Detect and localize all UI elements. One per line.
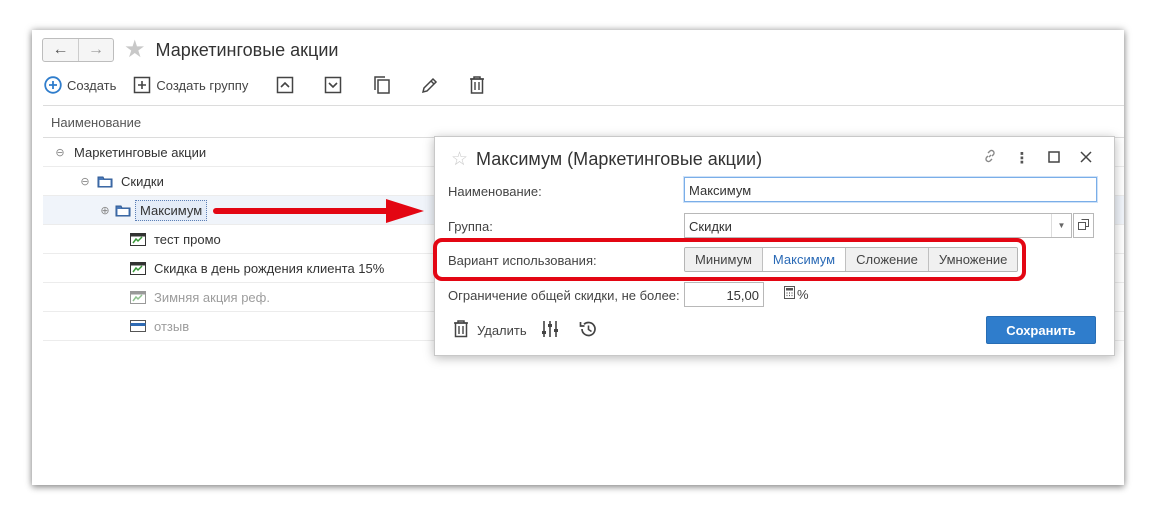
delete-button[interactable] xyxy=(468,73,486,97)
discount-doc-icon xyxy=(130,261,146,275)
forward-button[interactable]: → xyxy=(78,39,113,61)
calculator-button[interactable] xyxy=(781,284,797,304)
row-label: Скидка в день рождения клиента 15% xyxy=(154,260,385,276)
copy-button[interactable] xyxy=(372,73,392,97)
save-button[interactable]: Сохранить xyxy=(986,316,1096,344)
card-icon xyxy=(130,319,146,333)
create-button-label: Создать xyxy=(67,77,117,93)
dialog-title: Максимум (Маркетинговые акции) xyxy=(476,148,763,169)
plus-circle-icon xyxy=(44,76,62,94)
sliders-icon xyxy=(541,320,559,341)
row-label: отзыв xyxy=(154,318,190,334)
group-select[interactable]: Скидки ▼ xyxy=(684,213,1072,238)
row-label: Зимняя акция реф. xyxy=(154,289,270,305)
folder-icon xyxy=(97,174,113,188)
more-button[interactable]: ⋮ xyxy=(1006,147,1038,169)
group-label: Группа: xyxy=(448,219,493,234)
chevron-down-square-icon xyxy=(324,76,342,94)
collapse-icon[interactable]: ⊖ xyxy=(80,175,90,188)
move-down-button[interactable] xyxy=(324,73,342,97)
collapse-icon[interactable]: ⊖ xyxy=(55,146,65,159)
discount-doc-icon xyxy=(130,290,146,304)
favorite-star-icon[interactable]: ★ xyxy=(124,38,146,62)
discount-doc-icon xyxy=(130,232,146,246)
edit-button[interactable] xyxy=(420,73,440,97)
dialog-delete-label: Удалить xyxy=(477,322,527,338)
open-group-button[interactable] xyxy=(1073,213,1094,238)
name-input[interactable]: Максимум xyxy=(684,177,1097,202)
limit-input-value: 15,00 xyxy=(726,288,759,303)
back-button[interactable]: ← xyxy=(43,39,78,61)
trash-icon xyxy=(468,75,486,95)
row-label: Максимум xyxy=(135,199,208,221)
favorite-star-icon[interactable]: ☆ xyxy=(451,150,468,169)
chevron-up-square-icon xyxy=(276,76,294,94)
dialog-delete-button[interactable]: Удалить xyxy=(453,319,527,341)
pencil-icon xyxy=(420,75,440,95)
name-input-value: Максимум xyxy=(689,183,752,198)
move-up-button[interactable] xyxy=(276,73,294,97)
close-icon xyxy=(1080,150,1092,167)
expand-icon[interactable]: ⊕ xyxy=(100,204,110,217)
highlight-frame xyxy=(433,238,1026,281)
dialog-header: ☆ Максимум (Маркетинговые акции) xyxy=(451,147,762,171)
name-label: Наименование: xyxy=(448,184,542,199)
copy-icon xyxy=(372,75,392,95)
link-icon xyxy=(982,148,998,168)
history-icon xyxy=(578,319,598,342)
limit-input[interactable]: 15,00 xyxy=(684,282,764,307)
limit-label: Ограничение общей скидки, не более: xyxy=(448,288,680,303)
arrow-left-icon: ← xyxy=(52,41,69,58)
create-button[interactable]: Создать xyxy=(44,73,116,97)
maximize-button[interactable] xyxy=(1038,147,1070,169)
column-header-name[interactable]: Наименование xyxy=(43,105,1124,138)
dialog-controls: ⋮ xyxy=(974,147,1102,169)
create-group-button[interactable]: Создать группу xyxy=(133,73,248,97)
plus-square-icon xyxy=(133,76,151,94)
create-group-button-label: Создать группу xyxy=(156,77,249,93)
page-title: Маркетинговые акции xyxy=(155,39,339,60)
folder-icon xyxy=(115,203,131,217)
row-label: Маркетинговые акции xyxy=(74,144,207,160)
main-toolbar: Создать Создать группу xyxy=(44,73,486,97)
maximize-icon xyxy=(1048,150,1060,167)
calculator-icon xyxy=(783,286,795,302)
group-select-value: Скидки xyxy=(689,219,732,234)
history-button[interactable] xyxy=(578,319,598,342)
close-button[interactable] xyxy=(1070,147,1102,169)
percent-unit: % xyxy=(797,287,809,302)
trash-icon xyxy=(453,319,469,341)
more-vertical-icon: ⋮ xyxy=(1014,150,1030,167)
settings-button[interactable] xyxy=(541,320,559,341)
annotation-arrow-icon xyxy=(213,199,424,223)
main-titlebar: ← → ★ Маркетинговые акции xyxy=(42,37,338,63)
arrow-right-icon: → xyxy=(88,41,104,58)
nav-buttons: ← → xyxy=(42,38,114,62)
row-label: тест промо xyxy=(154,231,221,247)
link-button[interactable] xyxy=(974,147,1006,169)
row-label: Скидки xyxy=(121,173,164,189)
dropdown-arrow-icon[interactable]: ▼ xyxy=(1051,214,1071,237)
open-window-icon xyxy=(1078,218,1089,233)
